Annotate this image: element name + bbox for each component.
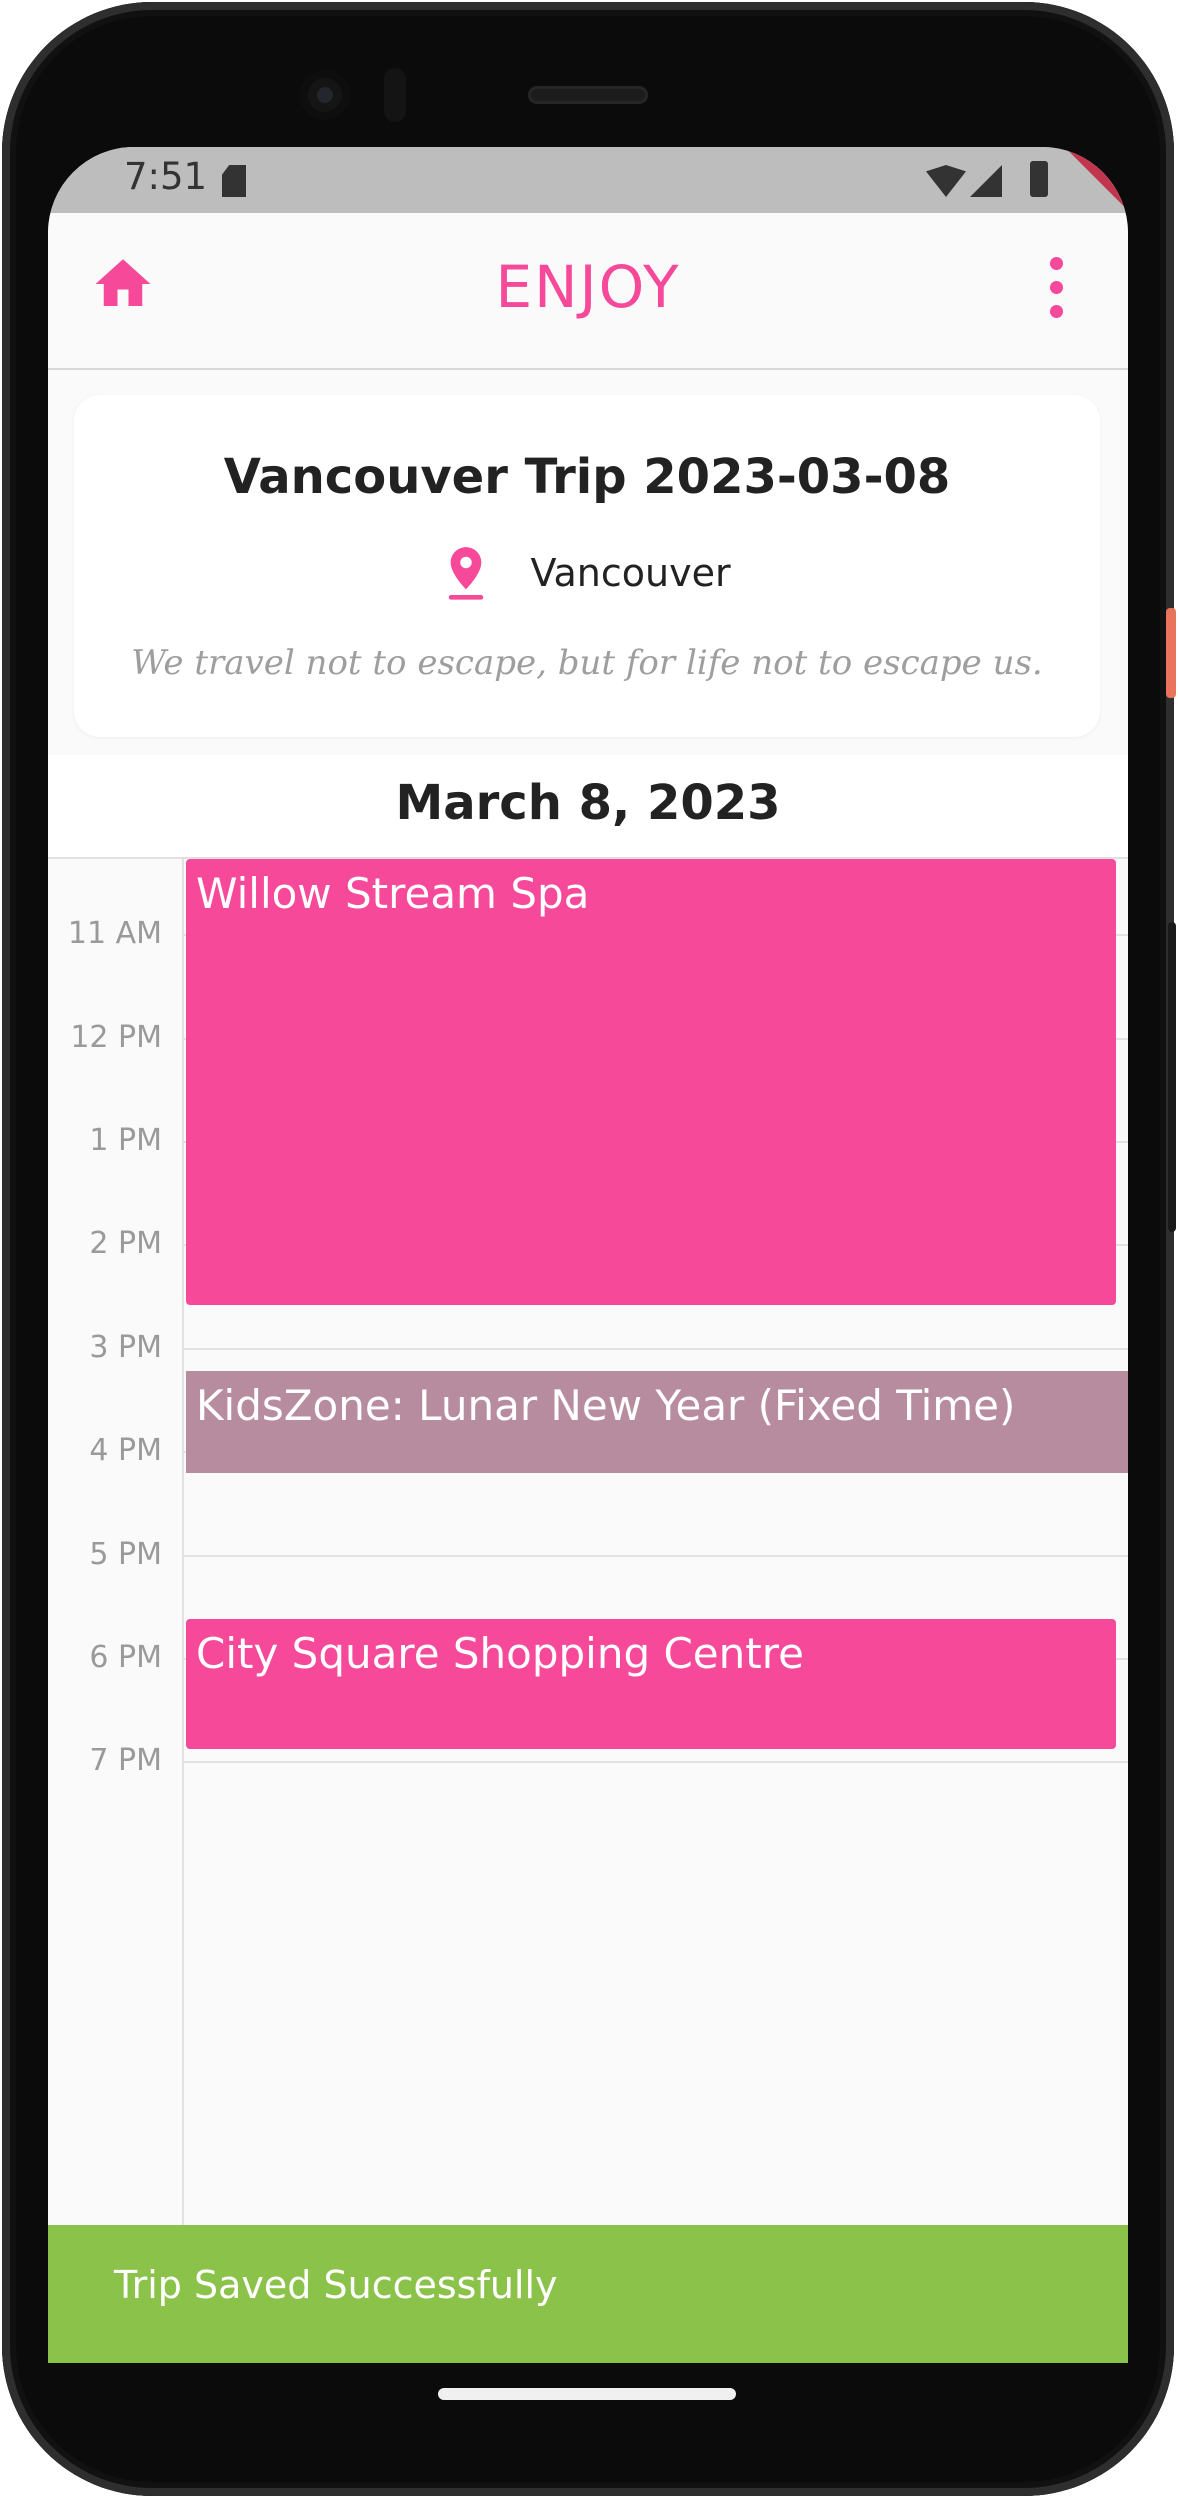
proximity-sensor xyxy=(384,68,406,122)
hour-label: 2 PM xyxy=(89,1226,162,1261)
earpiece-speaker xyxy=(528,86,648,104)
hour-label: 4 PM xyxy=(89,1433,162,1468)
time-column-divider xyxy=(182,859,184,2363)
location-pin-icon xyxy=(449,547,484,600)
app-screen: 7:51 DEBUG ENJOY Vancouver Trip 2023-03-… xyxy=(48,147,1128,2363)
overflow-menu-button[interactable] xyxy=(1046,257,1066,319)
day-date: March 8, 2023 xyxy=(395,775,781,831)
hour-label: 3 PM xyxy=(89,1330,162,1365)
trip-location-row: Vancouver xyxy=(74,545,1100,605)
hour-label: 5 PM xyxy=(89,1537,162,1572)
hour-label: 6 PM xyxy=(89,1640,162,1675)
status-time: 7:51 xyxy=(124,155,208,198)
wifi-icon xyxy=(926,165,966,197)
event-block[interactable]: KidsZone: Lunar New Year (Fixed Time) xyxy=(186,1371,1128,1473)
app-title: ENJOY xyxy=(495,253,681,321)
snackbar-message: Trip Saved Successfully xyxy=(114,2263,558,2307)
hour-gridline xyxy=(182,1348,1128,1350)
cell-signal-icon xyxy=(970,165,1002,197)
trip-title: Vancouver Trip 2023-03-08 xyxy=(223,449,951,505)
battery-icon xyxy=(1030,161,1048,197)
snackbar: Trip Saved Successfully xyxy=(48,2225,1128,2363)
day-timeline[interactable]: 11 AM 12 PM 1 PM 2 PM 3 PM 4 PM 5 PM 6 P… xyxy=(48,859,1128,2363)
volume-button xyxy=(1168,922,1176,1232)
more-vert-icon xyxy=(1050,257,1063,270)
more-vert-icon-dot xyxy=(1050,281,1063,294)
trip-info-card: Vancouver Trip 2023-03-08 Vancouver We t… xyxy=(74,395,1100,737)
hour-label: 11 AM xyxy=(67,916,162,951)
status-bar: 7:51 xyxy=(48,147,1128,213)
phone-frame: 7:51 DEBUG ENJOY Vancouver Trip 2023-03-… xyxy=(2,2,1176,2496)
hour-gridline xyxy=(182,1555,1128,1557)
event-block[interactable]: Willow Stream Spa xyxy=(186,859,1116,1305)
hour-label: 7 PM xyxy=(89,1743,162,1778)
trip-quote: We travel not to escape, but for life no… xyxy=(131,643,1043,683)
day-header: March 8, 2023 xyxy=(48,755,1128,859)
more-vert-icon-dot xyxy=(1050,305,1063,318)
event-title: KidsZone: Lunar New Year (Fixed Time) xyxy=(196,1381,1016,1430)
sd-card-icon xyxy=(222,165,246,197)
hour-gridline xyxy=(182,1761,1128,1763)
event-title: Willow Stream Spa xyxy=(196,869,590,918)
app-bar: ENJOY xyxy=(48,213,1128,370)
event-title: City Square Shopping Centre xyxy=(196,1629,804,1678)
front-camera xyxy=(300,70,350,120)
hour-label: 12 PM xyxy=(70,1020,162,1055)
hour-label: 1 PM xyxy=(89,1123,162,1158)
gesture-nav-handle[interactable] xyxy=(438,2388,736,2400)
trip-location: Vancouver xyxy=(530,551,731,595)
side-button xyxy=(1166,608,1176,698)
event-block[interactable]: City Square Shopping Centre xyxy=(186,1619,1116,1749)
